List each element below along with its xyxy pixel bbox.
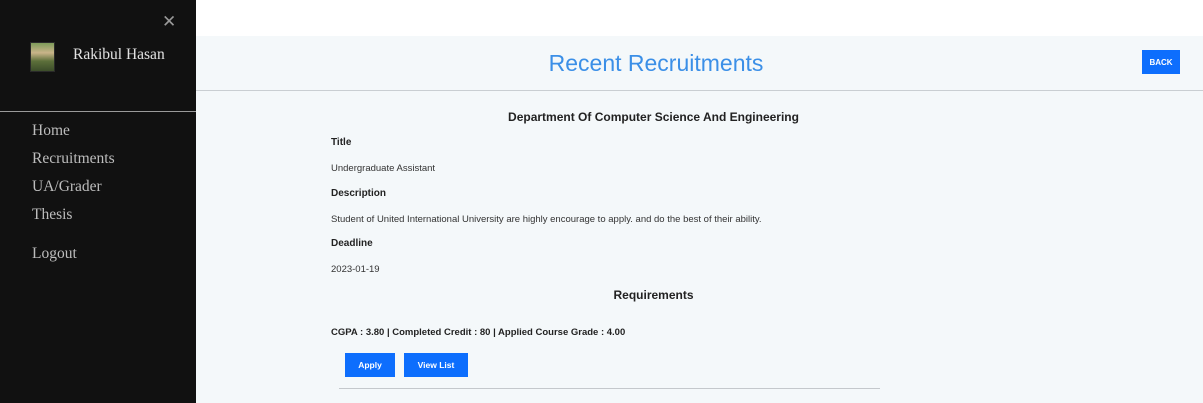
sidebar-item-home[interactable]: Home	[32, 122, 70, 140]
description-value: Student of United International Universi…	[331, 214, 762, 225]
sidebar-divider	[0, 111, 196, 112]
avatar	[30, 42, 55, 72]
sidebar: ✕ Rakibul Hasan Home Recruitments UA/Gra…	[0, 0, 196, 403]
sidebar-item-thesis[interactable]: Thesis	[32, 206, 72, 224]
title-label: Title	[331, 137, 352, 148]
user-name: Rakibul Hasan	[73, 46, 165, 63]
department-heading: Department Of Computer Science And Engin…	[508, 110, 799, 124]
description-label: Description	[331, 188, 387, 199]
sidebar-item-logout[interactable]: Logout	[32, 245, 77, 263]
recruitment-card: Department Of Computer Science And Engin…	[196, 91, 1203, 403]
requirements-heading: Requirements	[613, 288, 694, 302]
title-value: Undergraduate Assistant	[331, 163, 436, 174]
requirements-values: CGPA : 3.80 | Completed Credit : 80 | Ap…	[331, 327, 626, 338]
page-header: Recent Recruitments BACK	[196, 36, 1203, 91]
apply-button[interactable]: Apply	[345, 353, 395, 377]
deadline-label: Deadline	[331, 238, 373, 249]
close-icon[interactable]: ✕	[162, 12, 176, 32]
deadline-value: 2023-01-19	[331, 264, 380, 275]
back-button[interactable]: BACK	[1142, 50, 1180, 74]
sidebar-item-ua-grader[interactable]: UA/Grader	[32, 178, 102, 196]
card-divider	[339, 388, 880, 389]
sidebar-item-recruitments[interactable]: Recruitments	[32, 150, 115, 168]
view-list-button[interactable]: View List	[404, 353, 468, 377]
page-title: Recent Recruitments	[548, 50, 764, 76]
